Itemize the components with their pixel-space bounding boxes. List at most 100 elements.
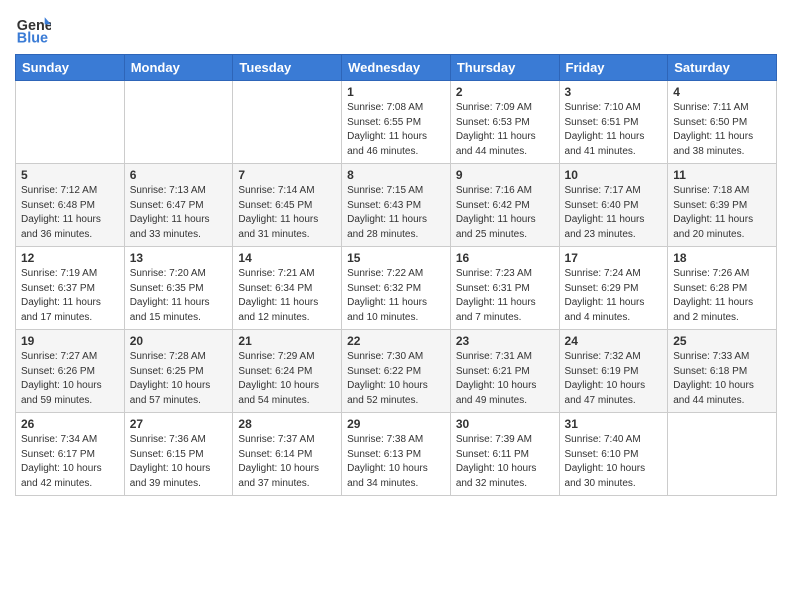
calendar-table: SundayMondayTuesdayWednesdayThursdayFrid… xyxy=(15,54,777,496)
day-info: Sunrise: 7:32 AM Sunset: 6:19 PM Dayligh… xyxy=(565,350,663,408)
calendar-cell: 3 Sunrise: 7:10 AM Sunset: 6:51 PM Daylig… xyxy=(559,81,668,164)
day-info: Sunrise: 7:18 AM Sunset: 6:39 PM Dayligh… xyxy=(673,184,771,242)
day-info: Sunrise: 7:12 AM Sunset: 6:48 PM Dayligh… xyxy=(21,184,119,242)
calendar-cell: 30 Sunrise: 7:39 AM Sunset: 6:11 PM Dayli… xyxy=(450,413,559,496)
day-info: Sunrise: 7:11 AM Sunset: 6:50 PM Dayligh… xyxy=(673,101,771,159)
day-number: 26 xyxy=(21,417,119,431)
calendar-cell xyxy=(233,81,342,164)
weekday-header-saturday: Saturday xyxy=(668,55,777,81)
day-info: Sunrise: 7:29 AM Sunset: 6:24 PM Dayligh… xyxy=(238,350,336,408)
calendar-cell: 1 Sunrise: 7:08 AM Sunset: 6:55 PM Daylig… xyxy=(342,81,451,164)
day-info: Sunrise: 7:38 AM Sunset: 6:13 PM Dayligh… xyxy=(347,433,445,491)
day-info: Sunrise: 7:14 AM Sunset: 6:45 PM Dayligh… xyxy=(238,184,336,242)
calendar-cell: 6 Sunrise: 7:13 AM Sunset: 6:47 PM Daylig… xyxy=(124,164,233,247)
page: General Blue SundayMondayTuesdayWednesda… xyxy=(0,0,792,511)
calendar-cell: 15 Sunrise: 7:22 AM Sunset: 6:32 PM Dayli… xyxy=(342,247,451,330)
day-number: 17 xyxy=(565,251,663,265)
day-number: 21 xyxy=(238,334,336,348)
day-number: 29 xyxy=(347,417,445,431)
weekday-header-tuesday: Tuesday xyxy=(233,55,342,81)
weekday-header-thursday: Thursday xyxy=(450,55,559,81)
day-number: 19 xyxy=(21,334,119,348)
day-number: 27 xyxy=(130,417,228,431)
calendar-cell: 11 Sunrise: 7:18 AM Sunset: 6:39 PM Dayli… xyxy=(668,164,777,247)
calendar-cell: 19 Sunrise: 7:27 AM Sunset: 6:26 PM Dayli… xyxy=(16,330,125,413)
day-number: 3 xyxy=(565,85,663,99)
day-number: 2 xyxy=(456,85,554,99)
day-info: Sunrise: 7:40 AM Sunset: 6:10 PM Dayligh… xyxy=(565,433,663,491)
day-info: Sunrise: 7:23 AM Sunset: 6:31 PM Dayligh… xyxy=(456,267,554,325)
calendar-week-2: 5 Sunrise: 7:12 AM Sunset: 6:48 PM Daylig… xyxy=(16,164,777,247)
day-info: Sunrise: 7:33 AM Sunset: 6:18 PM Dayligh… xyxy=(673,350,771,408)
calendar-cell: 22 Sunrise: 7:30 AM Sunset: 6:22 PM Dayli… xyxy=(342,330,451,413)
calendar-cell: 25Sunrise: 7:33 AM Sunset: 6:18 PM Dayli… xyxy=(668,330,777,413)
day-info: Sunrise: 7:31 AM Sunset: 6:21 PM Dayligh… xyxy=(456,350,554,408)
calendar-cell: 5 Sunrise: 7:12 AM Sunset: 6:48 PM Daylig… xyxy=(16,164,125,247)
day-number: 4 xyxy=(673,85,771,99)
weekday-header-wednesday: Wednesday xyxy=(342,55,451,81)
day-number: 18 xyxy=(673,251,771,265)
day-info: Sunrise: 7:30 AM Sunset: 6:22 PM Dayligh… xyxy=(347,350,445,408)
calendar-cell: 7 Sunrise: 7:14 AM Sunset: 6:45 PM Daylig… xyxy=(233,164,342,247)
day-number: 15 xyxy=(347,251,445,265)
day-number: 22 xyxy=(347,334,445,348)
calendar-cell: 27 Sunrise: 7:36 AM Sunset: 6:15 PM Dayli… xyxy=(124,413,233,496)
weekday-header-monday: Monday xyxy=(124,55,233,81)
calendar-cell: 20 Sunrise: 7:28 AM Sunset: 6:25 PM Dayli… xyxy=(124,330,233,413)
calendar-cell: 31 Sunrise: 7:40 AM Sunset: 6:10 PM Dayli… xyxy=(559,413,668,496)
calendar-cell xyxy=(16,81,125,164)
day-number: 9 xyxy=(456,168,554,182)
calendar-cell: 13 Sunrise: 7:20 AM Sunset: 6:35 PM Dayli… xyxy=(124,247,233,330)
day-number: 20 xyxy=(130,334,228,348)
calendar-cell: 9 Sunrise: 7:16 AM Sunset: 6:42 PM Daylig… xyxy=(450,164,559,247)
calendar-week-3: 12Sunrise: 7:19 AM Sunset: 6:37 PM Dayli… xyxy=(16,247,777,330)
calendar-cell: 26Sunrise: 7:34 AM Sunset: 6:17 PM Dayli… xyxy=(16,413,125,496)
calendar-cell: 10Sunrise: 7:17 AM Sunset: 6:40 PM Dayli… xyxy=(559,164,668,247)
day-number: 5 xyxy=(21,168,119,182)
calendar-cell: 17 Sunrise: 7:24 AM Sunset: 6:29 PM Dayli… xyxy=(559,247,668,330)
day-info: Sunrise: 7:15 AM Sunset: 6:43 PM Dayligh… xyxy=(347,184,445,242)
calendar-cell: 16 Sunrise: 7:23 AM Sunset: 6:31 PM Dayli… xyxy=(450,247,559,330)
calendar-cell: 8 Sunrise: 7:15 AM Sunset: 6:43 PM Daylig… xyxy=(342,164,451,247)
day-number: 16 xyxy=(456,251,554,265)
day-number: 24 xyxy=(565,334,663,348)
day-info: Sunrise: 7:10 AM Sunset: 6:51 PM Dayligh… xyxy=(565,101,663,159)
day-info: Sunrise: 7:20 AM Sunset: 6:35 PM Dayligh… xyxy=(130,267,228,325)
calendar-cell: 4 Sunrise: 7:11 AM Sunset: 6:50 PM Daylig… xyxy=(668,81,777,164)
weekday-header-row: SundayMondayTuesdayWednesdayThursdayFrid… xyxy=(16,55,777,81)
calendar-cell: 12Sunrise: 7:19 AM Sunset: 6:37 PM Dayli… xyxy=(16,247,125,330)
calendar-cell: 21 Sunrise: 7:29 AM Sunset: 6:24 PM Dayli… xyxy=(233,330,342,413)
day-number: 6 xyxy=(130,168,228,182)
day-info: Sunrise: 7:13 AM Sunset: 6:47 PM Dayligh… xyxy=(130,184,228,242)
day-number: 13 xyxy=(130,251,228,265)
day-info: Sunrise: 7:21 AM Sunset: 6:34 PM Dayligh… xyxy=(238,267,336,325)
calendar-cell: 29 Sunrise: 7:38 AM Sunset: 6:13 PM Dayli… xyxy=(342,413,451,496)
calendar-cell: 2Sunrise: 7:09 AM Sunset: 6:53 PM Daylig… xyxy=(450,81,559,164)
logo: General Blue xyxy=(15,10,53,46)
calendar-week-1: 1 Sunrise: 7:08 AM Sunset: 6:55 PM Daylig… xyxy=(16,81,777,164)
weekday-header-sunday: Sunday xyxy=(16,55,125,81)
day-info: Sunrise: 7:28 AM Sunset: 6:25 PM Dayligh… xyxy=(130,350,228,408)
day-info: Sunrise: 7:39 AM Sunset: 6:11 PM Dayligh… xyxy=(456,433,554,491)
day-info: Sunrise: 7:16 AM Sunset: 6:42 PM Dayligh… xyxy=(456,184,554,242)
day-number: 8 xyxy=(347,168,445,182)
day-number: 1 xyxy=(347,85,445,99)
day-number: 11 xyxy=(673,168,771,182)
day-number: 10 xyxy=(565,168,663,182)
calendar-week-5: 26Sunrise: 7:34 AM Sunset: 6:17 PM Dayli… xyxy=(16,413,777,496)
day-info: Sunrise: 7:27 AM Sunset: 6:26 PM Dayligh… xyxy=(21,350,119,408)
day-info: Sunrise: 7:08 AM Sunset: 6:55 PM Dayligh… xyxy=(347,101,445,159)
day-info: Sunrise: 7:36 AM Sunset: 6:15 PM Dayligh… xyxy=(130,433,228,491)
calendar-cell xyxy=(668,413,777,496)
day-number: 7 xyxy=(238,168,336,182)
day-number: 28 xyxy=(238,417,336,431)
day-info: Sunrise: 7:24 AM Sunset: 6:29 PM Dayligh… xyxy=(565,267,663,325)
header: General Blue xyxy=(15,10,777,46)
day-info: Sunrise: 7:22 AM Sunset: 6:32 PM Dayligh… xyxy=(347,267,445,325)
calendar-cell: 24 Sunrise: 7:32 AM Sunset: 6:19 PM Dayli… xyxy=(559,330,668,413)
day-number: 23 xyxy=(456,334,554,348)
day-number: 31 xyxy=(565,417,663,431)
day-number: 30 xyxy=(456,417,554,431)
day-info: Sunrise: 7:37 AM Sunset: 6:14 PM Dayligh… xyxy=(238,433,336,491)
calendar-cell: 14Sunrise: 7:21 AM Sunset: 6:34 PM Dayli… xyxy=(233,247,342,330)
